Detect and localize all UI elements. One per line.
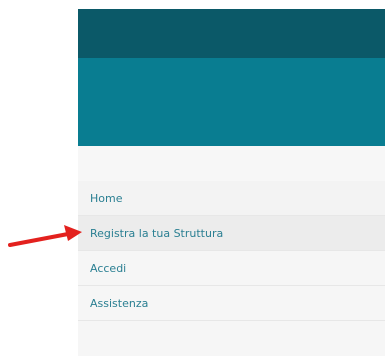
menu-item-home[interactable]: Home [78, 181, 385, 216]
menu-item-assistenza[interactable]: Assistenza [78, 286, 385, 321]
header-banner [78, 58, 385, 146]
menu-item-registra-struttura[interactable]: Registra la tua Struttura [78, 216, 385, 251]
top-header-bar [78, 9, 385, 58]
navigation-menu: Home Registra la tua Struttura Accedi As… [78, 181, 385, 321]
menu-item-accedi[interactable]: Accedi [78, 251, 385, 286]
page-panel: Home Registra la tua Struttura Accedi As… [78, 9, 385, 356]
